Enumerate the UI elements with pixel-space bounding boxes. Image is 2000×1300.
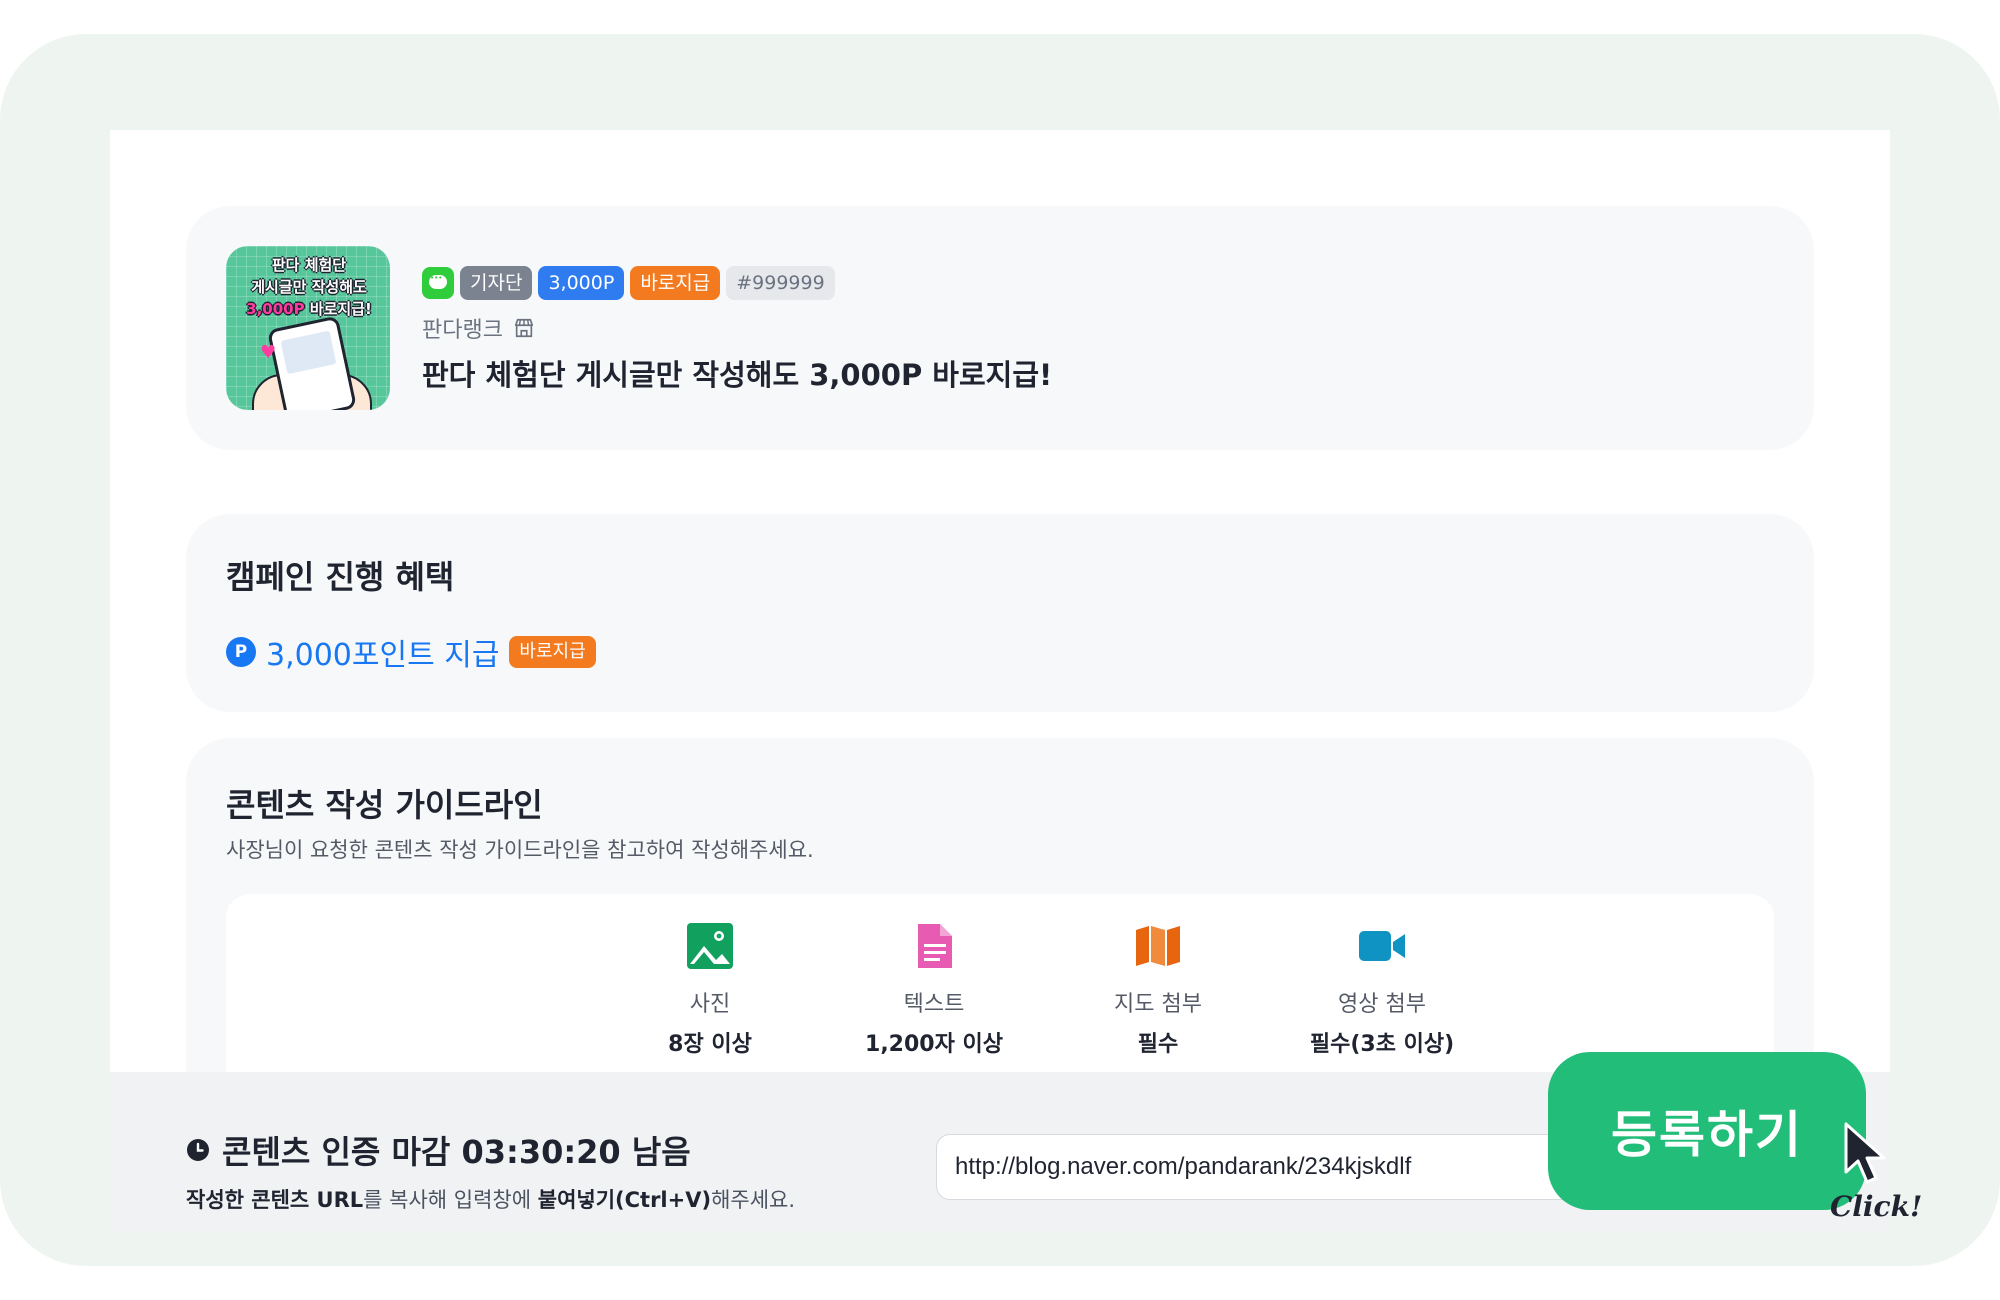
guideline-video: 영상 첨부 필수(3초 이상) [1282,922,1482,1058]
map-icon [1136,926,1180,966]
guideline-photo: 사진 8장 이상 [610,922,810,1058]
point-icon: P [226,637,256,667]
instruction-end: 해주세요. [711,1188,796,1212]
guideline-video-label: 영상 첨부 [1338,992,1426,1017]
guideline-video-value: 필수(3초 이상) [1309,1032,1455,1057]
badge-id: #999999 [726,266,835,300]
campaign-title: 판다 체험단 게시글만 작성해도 3,000P 바로지급! [422,358,1053,392]
guidelines-title: 콘텐츠 작성 가이드라인 [226,786,543,824]
thumbnail-line-1: 판다 체험단 [271,256,347,274]
deadline-countdown: 콘텐츠 인증 마감 03:30:20 남음 [222,1133,691,1171]
mouse-cursor-icon [1844,1122,1886,1184]
campaign-thumbnail: 판다 체험단 게시글만 작성해도 3,000P 바로지급! ♥ [226,246,390,410]
instruction-url-term: 작성한 콘텐츠 URL [186,1188,364,1212]
thumbnail-line-3: 3,000P 바로지급! [234,298,384,320]
chat-bubble-icon [422,267,454,299]
guideline-map-value: 필수 [1137,1032,1179,1057]
click-label: Click! [1830,1190,1923,1223]
guideline-photo-value: 8장 이상 [668,1032,752,1057]
thumbnail-phone [267,315,357,410]
guideline-map: 지도 첨부 필수 [1058,922,1258,1058]
url-input[interactable] [936,1134,1576,1200]
guideline-text: 텍스트 1,200자 이상 [834,922,1034,1058]
campaign-summary-card[interactable]: 판다 체험단 게시글만 작성해도 3,000P 바로지급! ♥ 기자단 3,00… [186,206,1814,450]
deadline-row: 콘텐츠 인증 마감 03:30:20 남음 [186,1130,691,1171]
guideline-text-label: 텍스트 [903,992,965,1017]
thumbnail-line-2: 게시글만 작성해도 [251,278,367,296]
brand-row: 판다랭크 [422,312,1774,344]
thumbnail-line-3-rest: 바로지급! [304,300,372,318]
guideline-photo-label: 사진 [689,992,731,1017]
benefit-row: P 3,000포인트 지급 바로지급 [226,632,596,673]
guidelines-subtitle: 사장님이 요청한 콘텐츠 작성 가이드라인을 참고하여 작성해주세요. [226,838,814,862]
photo-icon [687,923,733,969]
video-icon [1359,931,1405,961]
benefit-text: 3,000포인트 지급 [266,638,500,673]
badge-row: 기자단 3,000P 바로지급 #999999 [422,266,1774,300]
clock-icon [187,1139,209,1161]
badge-instant: 바로지급 [630,266,721,300]
register-button[interactable]: 등록하기 [1548,1052,1866,1210]
brand-name: 판다랭크 [422,318,503,343]
badge-type: 기자단 [460,266,533,300]
badge-points: 3,000P [538,266,625,300]
submission-instruction: 작성한 콘텐츠 URL를 복사해 입력창에 붙여넣기(Ctrl+V)해주세요. [186,1184,795,1214]
thumbnail-highlight: 3,000P [246,300,305,318]
benefits-card: 캠페인 진행 혜택 P 3,000포인트 지급 바로지급 [186,514,1814,712]
guideline-map-label: 지도 첨부 [1114,992,1202,1017]
document-icon [918,924,952,968]
instruction-middle: 를 복사해 입력창에 [363,1188,538,1212]
benefits-title: 캠페인 진행 혜택 [226,558,455,596]
campaign-meta: 기자단 3,000P 바로지급 #999999 판다랭크 판다 체험단 게시글만… [422,266,1774,394]
instruction-paste-term: 붙여넣기(Ctrl+V) [537,1188,712,1212]
store-icon [514,318,534,338]
benefit-badge: 바로지급 [509,636,596,668]
heart-icon: ♥ [260,342,277,363]
guideline-text-value: 1,200자 이상 [865,1032,1003,1057]
